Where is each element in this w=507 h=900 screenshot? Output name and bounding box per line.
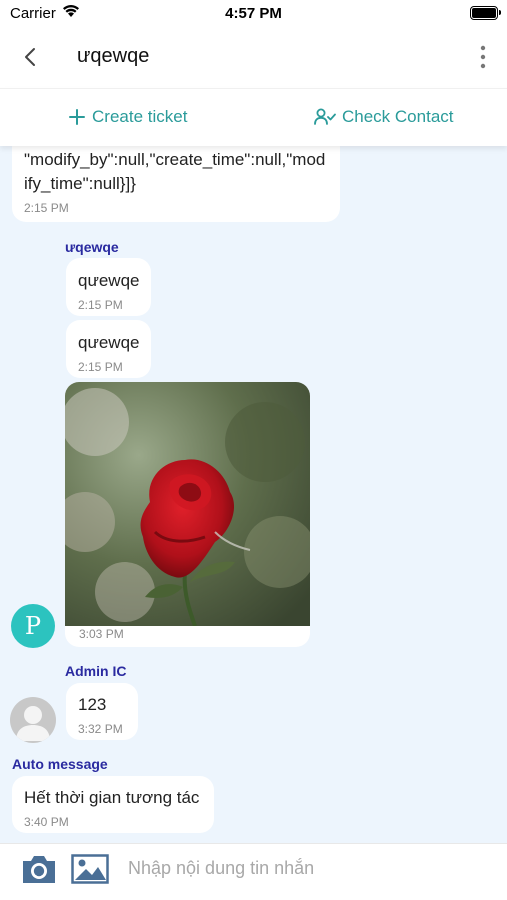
red-rose-photo[interactable] [65, 382, 310, 626]
check-contact-label: Check Contact [342, 107, 454, 126]
battery-icon [470, 6, 501, 20]
message-bubble[interactable]: qưewqe 2:15 PM [66, 320, 151, 378]
message-time: 2:15 PM [78, 360, 123, 374]
image-gallery-icon[interactable] [71, 852, 109, 891]
message-bubble[interactable]: Hết thời gian tương tác 3:40 PM [12, 776, 214, 833]
message-text: 123 [78, 695, 107, 714]
create-ticket-button[interactable]: Create ticket [68, 107, 187, 127]
action-bar: Create ticket Check Contact [0, 88, 507, 146]
sender-name: Auto message [12, 756, 108, 772]
message-text: qưewqe [78, 333, 140, 352]
message-input[interactable] [128, 858, 488, 879]
sender-name: ưqewqe [65, 239, 119, 255]
message-text: qưewqe [78, 271, 140, 290]
message-bubble[interactable]: "modify_by":null,"create_time":null,"mod… [12, 146, 340, 222]
create-ticket-label: Create ticket [92, 107, 188, 126]
sender-name: Admin IC [65, 663, 127, 679]
message-bubble[interactable]: 123 3:32 PM [66, 683, 138, 740]
back-chevron-icon[interactable] [20, 46, 42, 68]
image-message-bubble[interactable]: 3:03 PM [65, 382, 310, 647]
check-contact-button[interactable]: Check Contact [314, 107, 454, 127]
message-composer [0, 843, 507, 900]
message-time: 3:40 PM [24, 815, 69, 829]
message-bubble[interactable]: qưewqe 2:15 PM [66, 258, 151, 316]
status-bar: Carrier 4:57 PM [0, 0, 507, 28]
status-time: 4:57 PM [225, 5, 282, 22]
message-time: 2:15 PM [78, 298, 123, 312]
admin-avatar-icon[interactable] [10, 697, 56, 743]
message-text: Hết thời gian tương tác [24, 788, 200, 807]
message-time: 2:15 PM [24, 201, 69, 215]
plus-icon [69, 109, 85, 125]
message-text: "modify_by":null,"create_time":null,"mod… [24, 150, 326, 193]
camera-icon[interactable] [20, 852, 58, 891]
user-check-icon [314, 108, 336, 125]
chat-area[interactable]: "modify_by":null,"create_time":null,"mod… [0, 146, 507, 843]
more-options-icon[interactable] [479, 44, 487, 70]
nav-bar: ưqewqe [0, 28, 507, 88]
conversation-title: ưqewqe [77, 45, 150, 67]
customer-avatar[interactable]: P [11, 604, 55, 648]
message-time: 3:32 PM [78, 722, 123, 736]
message-time: 3:03 PM [79, 627, 124, 641]
